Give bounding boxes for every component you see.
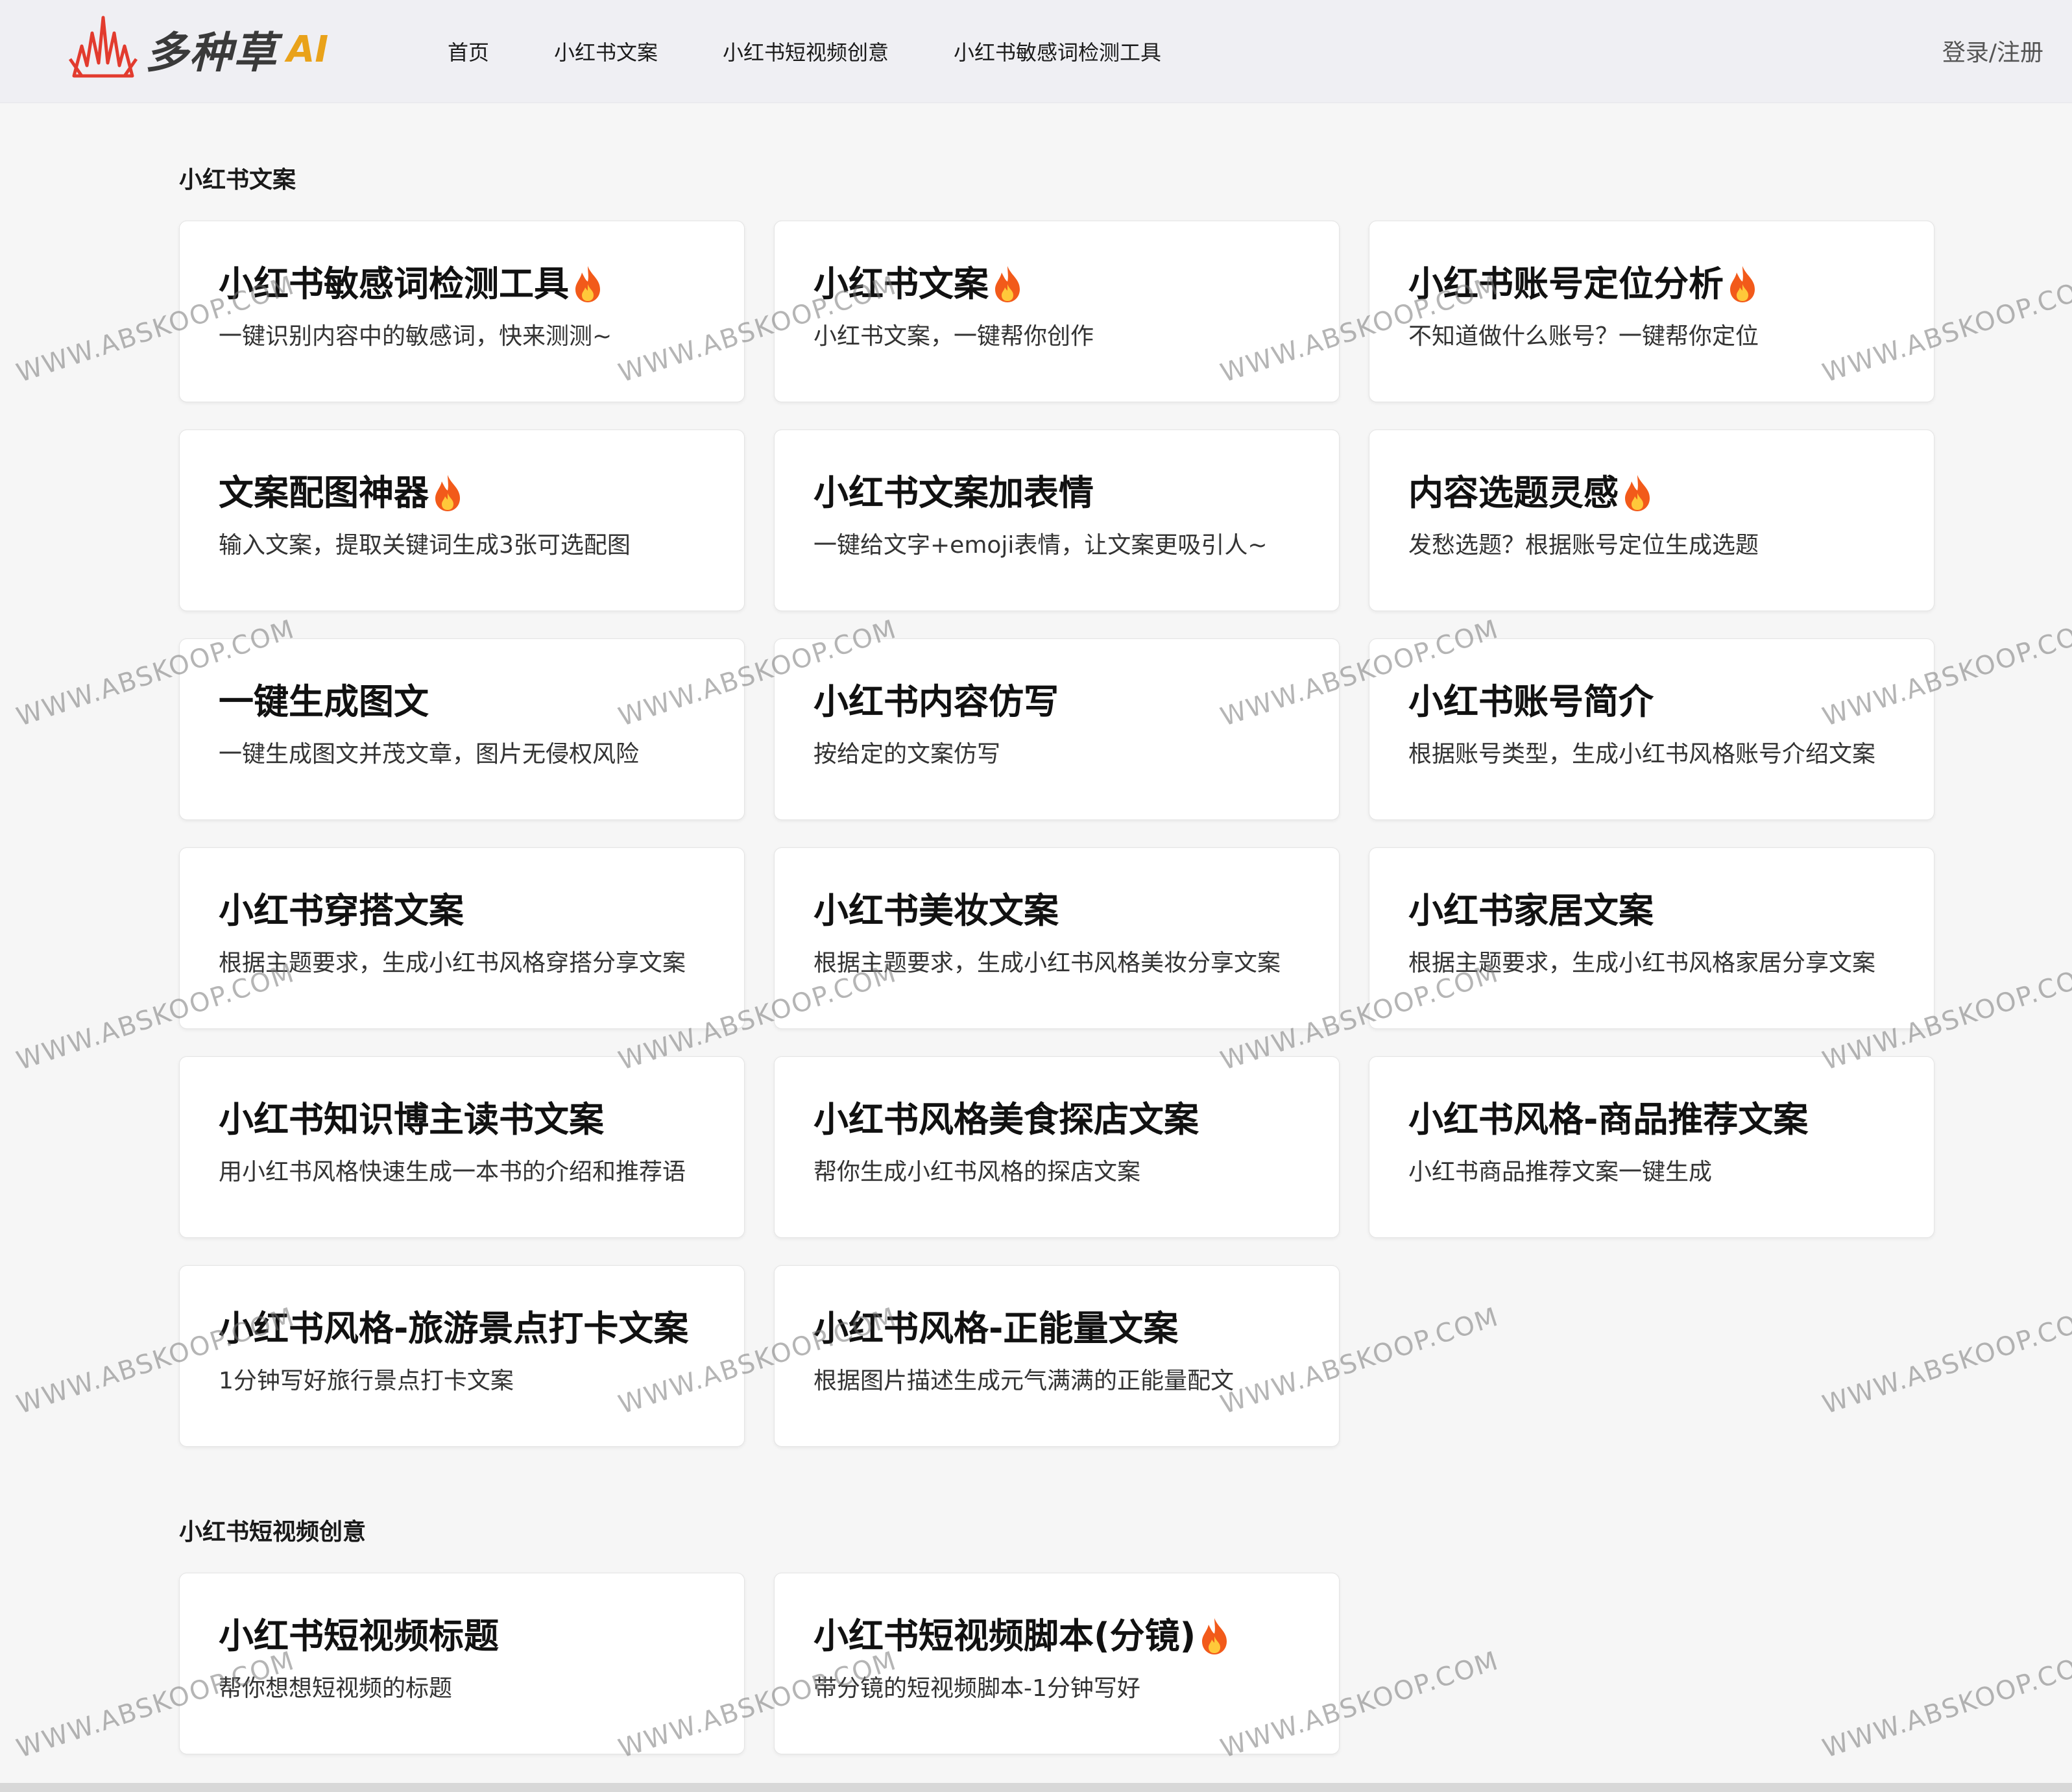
tool-grid-copy: 小红书敏感词检测工具 一键识别内容中的敏感词，快来测测~ 小红书文案 小红书文案，一键…	[179, 221, 1934, 1447]
nav-sensitive-words[interactable]: 小红书敏感词检测工具	[954, 36, 1161, 66]
tool-card-description: 用小红书风格快速生成一本书的介绍和推荐语	[219, 1159, 686, 1185]
tool-card-description: 一键识别内容中的敏感词，快来测测~	[219, 323, 612, 350]
tool-card-title-wrap: 内容选题灵感	[1408, 470, 1895, 516]
tool-card-title-wrap: 小红书文案加表情	[813, 470, 1300, 516]
tool-card-title: 小红书美妆文案	[813, 890, 1059, 931]
tool-card-title: 小红书风格-旅游景点打卡文案	[219, 1308, 689, 1349]
section-title-short-video: 小红书短视频创意	[179, 1519, 367, 1545]
tool-card-description: 根据主题要求，生成小红书风格家居分享文案	[1408, 950, 1876, 976]
top-header: 多种草 AI 首页 小红书文案 小红书短视频创意 小红书敏感词检测工具 登录/注…	[0, 0, 2072, 103]
tool-card-description: 小红书文案，一键帮你创作	[813, 323, 1094, 350]
tool-card[interactable]: 小红书短视频脚本(分镜) 带分镜的短视频脚本-1分钟写好	[774, 1573, 1340, 1754]
fire-icon	[1726, 265, 1759, 304]
tool-card-title-wrap: 小红书账号定位分析	[1408, 261, 1895, 307]
tool-card[interactable]: 小红书敏感词检测工具一键识别内容中的敏感词，快来测测~	[179, 221, 745, 402]
fire-icon	[431, 474, 464, 513]
tool-card-title-wrap: 小红书风格-旅游景点打卡文案	[219, 1306, 705, 1351]
tool-card-title-wrap: 小红书风格-商品推荐文案	[1408, 1097, 1895, 1143]
tool-card-title: 小红书穿搭文案	[219, 890, 464, 931]
tool-card-title-wrap: 小红书敏感词检测工具	[219, 261, 705, 307]
tool-card[interactable]: 小红书风格-商品推荐文案小红书商品推荐文案一键生成	[1369, 1056, 1934, 1238]
logo[interactable]: 多种草 AI	[67, 9, 328, 90]
tool-card-description: 根据图片描述生成元气满满的正能量配文	[813, 1368, 1235, 1394]
tool-card-title: 文案配图神器	[219, 472, 429, 513]
tool-card-title-wrap: 小红书风格美食探店文案	[813, 1097, 1300, 1143]
tool-card[interactable]: 小红书风格美食探店文案帮你生成小红书风格的探店文案	[774, 1056, 1340, 1238]
tool-card-description: 根据主题要求，生成小红书风格穿搭分享文案	[219, 950, 686, 976]
tool-card-title: 小红书账号简介	[1408, 681, 1654, 722]
tool-card-title: 小红书内容仿写	[813, 681, 1059, 722]
fire-icon	[572, 265, 604, 304]
tool-card-title: 小红书风格-商品推荐文案	[1408, 1099, 1809, 1140]
tool-card-description: 根据账号类型，生成小红书风格账号介绍文案	[1408, 741, 1876, 768]
tool-card-title-wrap: 小红书美妆文案	[813, 888, 1300, 934]
nav-home[interactable]: 首页	[448, 36, 489, 66]
tool-card-title: 小红书短视频标题	[219, 1616, 499, 1656]
tool-card[interactable]: 小红书文案小红书文案，一键帮你创作	[774, 221, 1340, 402]
grass-logo-icon	[68, 16, 138, 78]
tool-card-title-wrap: 小红书文案	[813, 261, 1300, 307]
tool-card-title: 小红书风格美食探店文案	[813, 1099, 1199, 1140]
tool-card-title-wrap: 小红书风格-正能量文案	[813, 1306, 1300, 1351]
tool-card-description: 一键生成图文并茂文章，图片无侵权风险	[219, 741, 640, 768]
tool-card-title: 小红书知识博主读书文案	[219, 1099, 604, 1140]
tool-card[interactable]: 小红书风格-正能量文案根据图片描述生成元气满满的正能量配文	[774, 1265, 1340, 1447]
tool-card[interactable]: 小红书穿搭文案根据主题要求，生成小红书风格穿搭分享文案	[179, 847, 745, 1029]
tool-card[interactable]: 小红书风格-旅游景点打卡文案 1分钟写好旅行景点打卡文案	[179, 1265, 745, 1447]
bottom-scroll-edge	[0, 1783, 2072, 1792]
tool-card-title: 小红书账号定位分析	[1408, 263, 1724, 304]
tool-card-title: 小红书短视频脚本(分镜)	[813, 1616, 1196, 1656]
fire-icon	[1621, 474, 1654, 513]
tool-card-description: 一键给文字+emoji表情，让文案更吸引人~	[813, 532, 1268, 559]
nav-xhs-copy[interactable]: 小红书文案	[554, 36, 658, 66]
tool-card-title: 一键生成图文	[219, 681, 429, 722]
logo-text: 多种草	[145, 28, 278, 78]
fire-icon	[1198, 1617, 1231, 1656]
tool-card[interactable]: 小红书知识博主读书文案用小红书风格快速生成一本书的介绍和推荐语	[179, 1056, 745, 1238]
tool-card[interactable]: 小红书文案加表情一键给文字+emoji表情，让文案更吸引人~	[774, 430, 1340, 611]
tool-card-title-wrap: 小红书账号简介	[1408, 679, 1895, 725]
tool-card[interactable]: 小红书短视频标题帮你想想短视频的标题	[179, 1573, 745, 1754]
tool-card-title: 小红书敏感词检测工具	[219, 263, 569, 304]
tool-card-description: 根据主题要求，生成小红书风格美妆分享文案	[813, 950, 1281, 976]
tool-card[interactable]: 小红书账号定位分析不知道做什么账号？一键帮你定位	[1369, 221, 1934, 402]
tool-card-title-wrap: 一键生成图文	[219, 679, 705, 725]
tool-card[interactable]: 小红书账号简介根据账号类型，生成小红书风格账号介绍文案	[1369, 638, 1934, 820]
logo-ai-text: AI	[287, 28, 329, 71]
tool-card[interactable]: 一键生成图文一键生成图文并茂文章，图片无侵权风险	[179, 638, 745, 820]
fire-icon	[991, 265, 1024, 304]
tool-card-description: 输入文案，提取关键词生成3张可选配图	[219, 532, 631, 559]
tool-card-title: 内容选题灵感	[1408, 472, 1619, 513]
tool-card-description: 按给定的文案仿写	[813, 741, 1001, 768]
tool-card[interactable]: 文案配图神器输入文案，提取关键词生成3张可选配图	[179, 430, 745, 611]
main-nav: 首页 小红书文案 小红书短视频创意 小红书敏感词检测工具	[448, 0, 1226, 103]
nav-short-video[interactable]: 小红书短视频创意	[723, 36, 889, 66]
tool-card-description: 小红书商品推荐文案一键生成	[1408, 1159, 1713, 1185]
tool-card-title: 小红书文案	[813, 263, 989, 304]
tool-card[interactable]: 小红书美妆文案根据主题要求，生成小红书风格美妆分享文案	[774, 847, 1340, 1029]
tool-card[interactable]: 小红书内容仿写按给定的文案仿写	[774, 638, 1340, 820]
tool-card-title-wrap: 小红书知识博主读书文案	[219, 1097, 705, 1143]
tool-card-title-wrap: 小红书家居文案	[1408, 888, 1895, 934]
tool-card[interactable]: 小红书家居文案根据主题要求，生成小红书风格家居分享文案	[1369, 847, 1934, 1029]
tool-card-description: 不知道做什么账号？一键帮你定位	[1408, 323, 1759, 350]
tool-card[interactable]: 内容选题灵感发愁选题？根据账号定位生成选题	[1369, 430, 1934, 611]
tool-card-title-wrap: 小红书短视频脚本(分镜)	[813, 1614, 1300, 1659]
tool-card-description: 帮你生成小红书风格的探店文案	[813, 1159, 1141, 1185]
tool-card-description: 带分镜的短视频脚本-1分钟写好	[813, 1675, 1140, 1702]
tool-card-description: 1分钟写好旅行景点打卡文案	[219, 1368, 514, 1394]
tool-card-title-wrap: 小红书短视频标题	[219, 1614, 705, 1659]
tool-card-title-wrap: 小红书穿搭文案	[219, 888, 705, 934]
tool-grid-short-video: 小红书短视频标题帮你想想短视频的标题 小红书短视频脚本(分镜) 带分镜的短视频脚本-…	[179, 1573, 1934, 1754]
tool-card-title-wrap: 小红书内容仿写	[813, 679, 1300, 725]
tool-card-description: 发愁选题？根据账号定位生成选题	[1408, 532, 1759, 559]
login-register-link[interactable]: 登录/注册	[1942, 34, 2043, 67]
tool-card-description: 帮你想想短视频的标题	[219, 1675, 453, 1702]
tool-card-title: 小红书风格-正能量文案	[813, 1308, 1179, 1349]
tool-card-title: 小红书文案加表情	[813, 472, 1094, 513]
tool-card-title: 小红书家居文案	[1408, 890, 1654, 931]
section-title-copy: 小红书文案	[179, 167, 296, 193]
tool-card-title-wrap: 文案配图神器	[219, 470, 705, 516]
